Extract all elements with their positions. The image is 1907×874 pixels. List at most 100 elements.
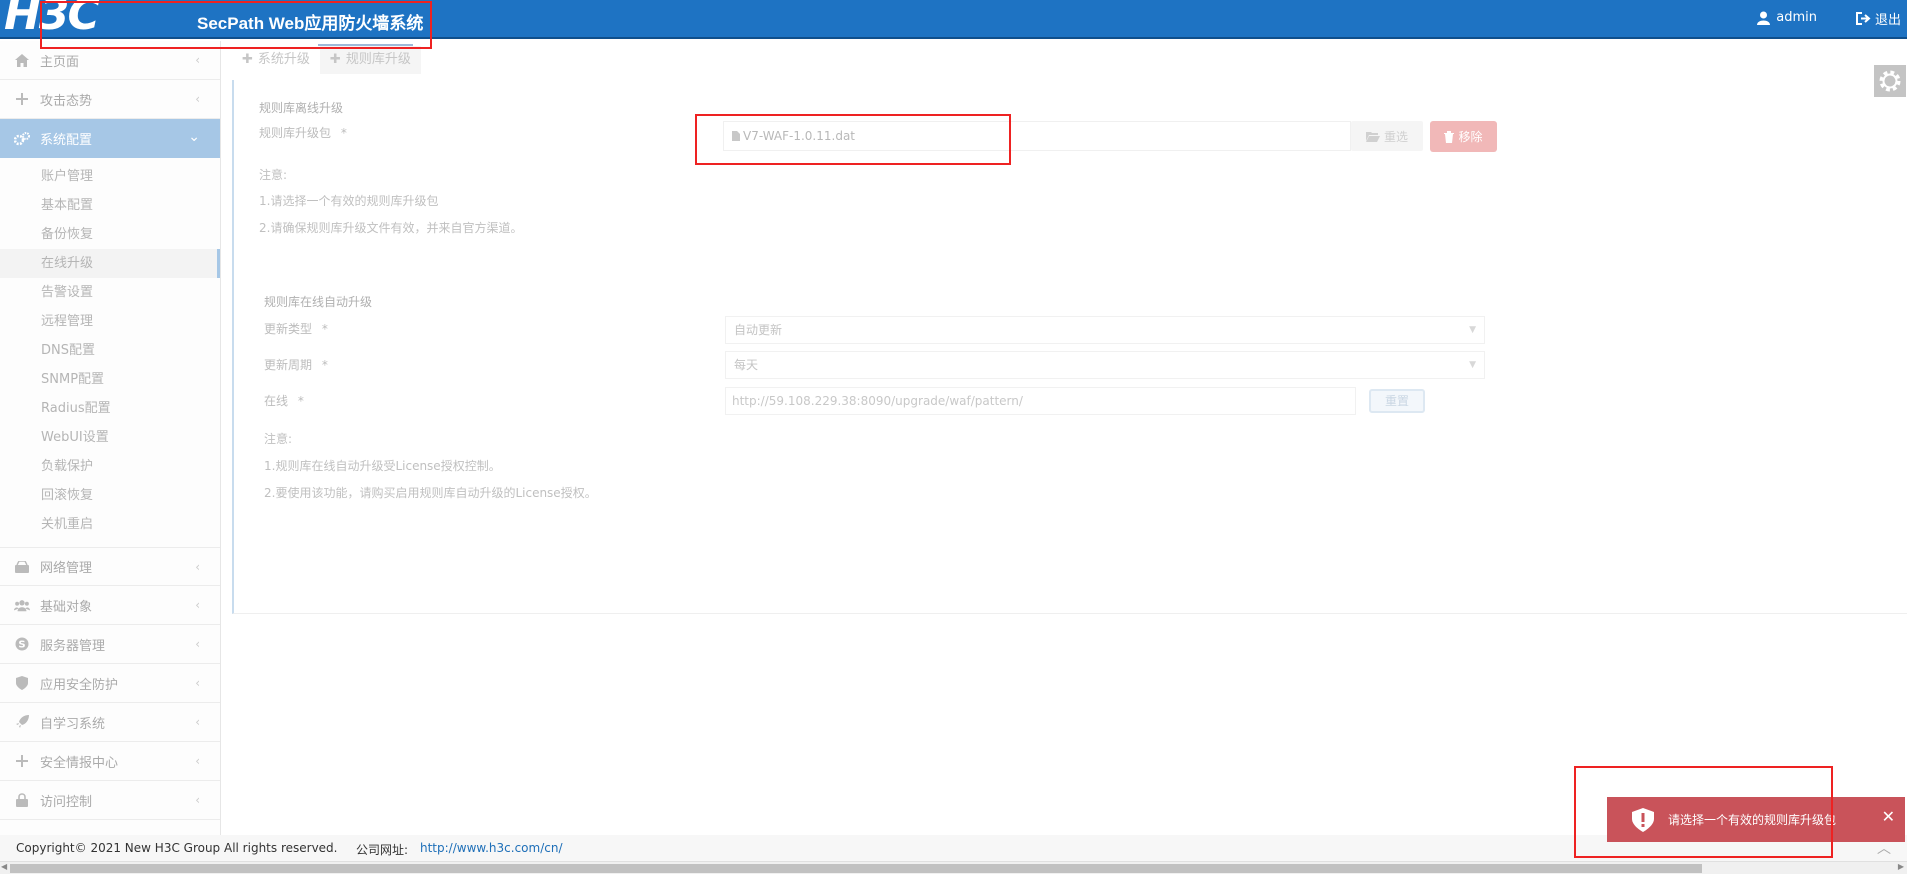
logout-label: 退出 [1874, 13, 1901, 28]
rocket-icon [14, 714, 30, 730]
sidebar-item-label: 安全情报中心 [40, 755, 119, 771]
submenu-item-shutdown[interactable]: 关机重启 [0, 510, 220, 539]
update-type-label: 更新类型 * [264, 320, 328, 337]
logout-button[interactable]: 退出 [1855, 9, 1901, 28]
reselect-button[interactable]: 重选 [1351, 121, 1423, 151]
sidebar-item-label: 自学习系统 [40, 716, 106, 732]
system-config-submenu: 账户管理 基本配置 备份恢复 在线升级 告警设置 远程管理 DNS配置 SNMP… [0, 158, 220, 539]
horizontal-scrollbar[interactable]: ◀ ▶ [0, 861, 1907, 874]
upgrade-tabs: ✚ 系统升级 ✚ 规则库升级 [232, 46, 421, 74]
skype-icon: S [14, 636, 30, 652]
sidebar-item-home[interactable]: 主页面 ‹ [0, 41, 220, 80]
reselect-label: 重选 [1383, 129, 1408, 144]
package-label: 规则库升级包 * [259, 124, 347, 141]
file-icon [732, 131, 740, 141]
sidebar-item-attack-situation[interactable]: 攻击态势 ‹ [0, 80, 220, 119]
chevron-left-icon: ‹ [195, 598, 200, 612]
user-icon [1757, 11, 1771, 25]
submenu-item-remote[interactable]: 远程管理 [0, 307, 220, 336]
offline-notes-title: 注意: [259, 168, 288, 182]
required-mark: * [340, 126, 347, 140]
submenu-item-account[interactable]: 账户管理 [0, 162, 220, 191]
submenu-item-alarm[interactable]: 告警设置 [0, 278, 220, 307]
top-header: H3C SecPath Web应用防火墙系统 admin 退出 [0, 0, 1907, 39]
tab-system-upgrade[interactable]: ✚ 系统升级 [232, 46, 320, 74]
package-label-text: 规则库升级包 [259, 126, 332, 140]
sidebar-item-access-control[interactable]: 访问控制 ‹ [0, 781, 220, 820]
sidebar: 主页面 ‹ 攻击态势 ‹ 系统配置 ⌄ 账户管理 基本配置 备份恢复 在线升级 … [0, 41, 221, 835]
update-type-label-text: 更新类型 [264, 322, 313, 336]
submenu-item-backup[interactable]: 备份恢复 [0, 220, 220, 249]
offline-note-1: 1.请选择一个有效的规则库升级包 [259, 194, 439, 208]
tab-rule-library-upgrade[interactable]: ✚ 规则库升级 [319, 46, 421, 74]
update-period-select[interactable]: 每天 ▼ [725, 351, 1485, 379]
reset-button[interactable]: 重置 [1369, 389, 1425, 413]
sidebar-item-app-security[interactable]: 应用安全防护 ‹ [0, 664, 220, 703]
sidebar-item-system-config[interactable]: 系统配置 ⌄ [0, 119, 220, 158]
chevron-left-icon: ‹ [195, 754, 200, 768]
site-label: 公司网址: [356, 843, 409, 857]
users-icon [14, 597, 30, 613]
remove-button[interactable]: 移除 [1430, 121, 1497, 152]
gears-icon [14, 131, 30, 147]
chevron-down-icon: ⌄ [188, 129, 200, 145]
submenu-item-snmp[interactable]: SNMP配置 [0, 365, 220, 394]
tab-label: 系统升级 [257, 52, 310, 67]
offline-note-2: 2.请确保规则库升级文件有效，并来自官方渠道。 [259, 221, 523, 235]
scroll-top-icon[interactable]: ︿ [1877, 838, 1891, 858]
caret-down-icon: ▼ [1469, 325, 1476, 335]
chevron-left-icon: ‹ [195, 676, 200, 690]
sidebar-item-network[interactable]: 网络管理 ‹ [0, 547, 220, 586]
update-period-label: 更新周期 * [264, 356, 328, 373]
sidebar-item-base-objects[interactable]: 基础对象 ‹ [0, 586, 220, 625]
shield-alert-icon [1632, 807, 1654, 832]
trash-icon [1444, 130, 1455, 143]
sidebar-item-label: 主页面 [40, 54, 80, 70]
logo-text: H3C [4, 0, 100, 40]
plus-icon: ✚ [242, 52, 253, 67]
online-url-input[interactable]: http://59.108.229.38:8090/upgrade/waf/pa… [725, 387, 1356, 415]
scroll-left-icon[interactable]: ◀ [1, 862, 7, 871]
required-mark: * [321, 322, 328, 336]
app-title: SecPath Web应用防火墙系统 [197, 14, 424, 33]
online-url-label: 在线 * [264, 392, 304, 409]
submenu-item-load-protect[interactable]: 负载保护 [0, 452, 220, 481]
required-mark: * [321, 358, 328, 372]
update-type-value: 自动更新 [734, 323, 783, 337]
submenu-item-online-upgrade[interactable]: 在线升级 [0, 249, 220, 278]
scroll-right-icon[interactable]: ▶ [1898, 862, 1904, 871]
plus-icon [14, 91, 30, 107]
file-name: V7-WAF-1.0.11.dat [743, 129, 855, 143]
sidebar-item-label: 基础对象 [40, 599, 93, 615]
logout-icon [1855, 12, 1871, 25]
sidebar-item-label: 系统配置 [40, 133, 93, 148]
package-file-field[interactable]: V7-WAF-1.0.11.dat [723, 121, 1351, 151]
close-icon[interactable]: ✕ [1882, 807, 1895, 826]
online-url-label-text: 在线 [264, 394, 289, 408]
chevron-left-icon: ‹ [195, 53, 200, 67]
online-section-title: 规则库在线自动升级 [264, 295, 373, 309]
company-site-link[interactable]: http://www.h3c.com/cn/ [420, 841, 563, 855]
submenu-item-basic[interactable]: 基本配置 [0, 191, 220, 220]
scrollbar-thumb[interactable] [10, 864, 1702, 873]
submenu-item-rollback[interactable]: 回滚恢复 [0, 481, 220, 510]
online-note-1: 1.规则库在线自动升级受License授权控制。 [264, 459, 501, 473]
error-toast: 请选择一个有效的规则库升级包 ✕ [1607, 797, 1905, 842]
sidebar-item-threat-intel[interactable]: 安全情报中心 ‹ [0, 742, 220, 781]
submenu-item-radius[interactable]: Radius配置 [0, 394, 220, 423]
hdd-icon [14, 559, 30, 575]
sidebar-item-self-learning[interactable]: 自学习系统 ‹ [0, 703, 220, 742]
online-url-value: http://59.108.229.38:8090/upgrade/waf/pa… [732, 394, 1023, 408]
sidebar-item-server-mgmt[interactable]: S 服务器管理 ‹ [0, 625, 220, 664]
plus-icon [14, 753, 30, 769]
required-mark: * [297, 394, 304, 408]
update-type-select[interactable]: 自动更新 ▼ [725, 316, 1485, 344]
chevron-left-icon: ‹ [195, 560, 200, 574]
tab-label: 规则库升级 [345, 52, 411, 67]
caret-down-icon: ▼ [1469, 360, 1476, 370]
submenu-item-webui[interactable]: WebUI设置 [0, 423, 220, 452]
settings-button[interactable] [1874, 65, 1906, 97]
user-menu[interactable]: admin [1757, 10, 1817, 25]
submenu-item-dns[interactable]: DNS配置 [0, 336, 220, 365]
sidebar-item-label: 攻击态势 [40, 93, 93, 109]
